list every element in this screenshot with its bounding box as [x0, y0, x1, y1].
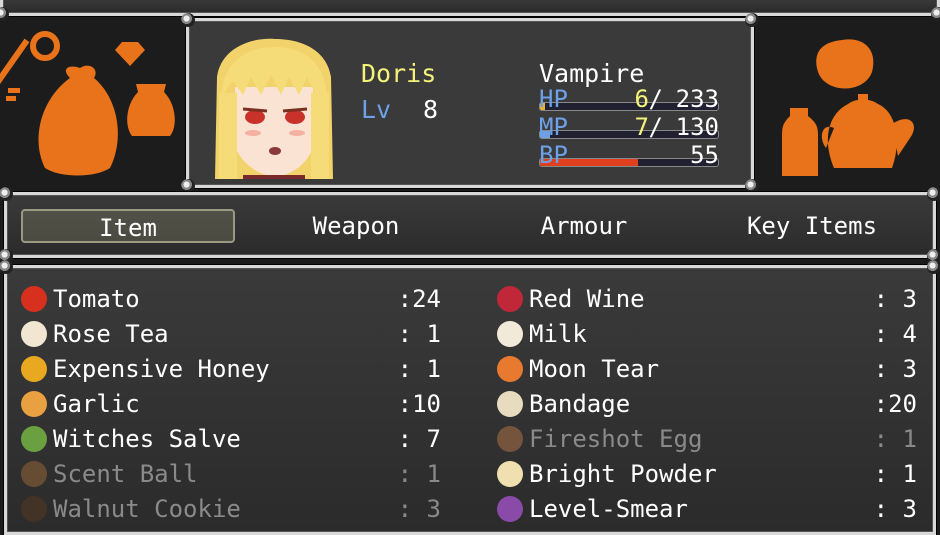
item-name: Tomato: [53, 285, 140, 313]
item-row[interactable]: Expensive Honey : 1: [21, 352, 441, 386]
item-count: :20: [873, 390, 917, 418]
item-name: Milk: [529, 320, 587, 348]
item-row[interactable]: Witches Salve : 7: [21, 422, 441, 456]
mp-separator: /: [648, 113, 663, 141]
item-name: Level-Smear: [529, 495, 688, 523]
item-count: :24: [397, 285, 441, 313]
item-row[interactable]: Red Wine : 3: [497, 282, 917, 316]
powder-plate-icon: [497, 461, 523, 487]
tab-armour[interactable]: Armour: [477, 209, 691, 243]
level-value: 8: [423, 95, 439, 124]
item-row[interactable]: Milk : 4: [497, 317, 917, 351]
gem-icon: [115, 42, 145, 66]
teapot-icon: [821, 99, 914, 168]
bp-value: 55: [690, 141, 719, 169]
category-window: Item Weapon Armour Key Items: [0, 187, 940, 263]
actor-portrait: [203, 37, 345, 179]
cookie-icon: [21, 496, 47, 522]
pot-icon: [127, 84, 175, 136]
item-count: : 1: [397, 460, 441, 488]
purple-vial-icon: [497, 496, 523, 522]
item-count: : 4: [873, 320, 917, 348]
tab-item[interactable]: Item: [21, 209, 235, 243]
potion-flask-icon: [497, 356, 523, 382]
tomato-icon: [21, 286, 47, 312]
scent-ball-icon: [21, 461, 47, 487]
level-label: Lv: [361, 95, 392, 124]
mp-label: MP: [539, 113, 568, 141]
money-bag-icon: [38, 65, 118, 176]
item-name: Garlic: [53, 390, 140, 418]
item-count: : 1: [873, 425, 917, 453]
item-row[interactable]: Bright Powder : 1: [497, 457, 917, 491]
tea-cup-icon: [21, 321, 47, 347]
item-silhouettes-right: [782, 39, 914, 176]
hp-current: 6: [634, 85, 649, 113]
item-name: Walnut Cookie: [53, 495, 241, 523]
item-list-window: Tomato :24 Rose Tea : 1 Expensive Honey : 1 Ga…: [0, 260, 940, 535]
item-row[interactable]: Walnut Cookie : 3: [21, 492, 441, 526]
item-name: Bright Powder: [529, 460, 717, 488]
mp-max: 130: [675, 113, 719, 141]
pumpkin-icon: [816, 39, 874, 89]
item-name: Moon Tear: [529, 355, 660, 383]
item-row[interactable]: Level-Smear : 3: [497, 492, 917, 526]
egg-icon: [497, 426, 523, 452]
item-count: : 7: [397, 425, 441, 453]
item-name: Rose Tea: [53, 320, 169, 348]
item-silhouettes-left: [0, 31, 175, 176]
bandage-icon: [497, 391, 523, 417]
item-count: : 3: [873, 495, 917, 523]
bottle-icon: [782, 108, 818, 176]
mp-current: 7: [634, 113, 649, 141]
salve-jar-icon: [21, 426, 47, 452]
item-name: Bandage: [529, 390, 631, 418]
hp-max: 233: [675, 85, 719, 113]
hp-gauge: HP 6 / 233: [539, 85, 719, 113]
bp-label: BP: [539, 141, 568, 169]
top-window-strip: [0, 0, 940, 21]
hp-label: HP: [539, 85, 568, 113]
item-name: Red Wine: [529, 285, 645, 313]
honey-jar-icon: [21, 356, 47, 382]
item-count: : 3: [397, 495, 441, 523]
garlic-icon: [21, 391, 47, 417]
item-row[interactable]: Garlic :10: [21, 387, 441, 421]
actor-class: Vampire: [539, 59, 645, 88]
mp-gauge: MP 7 / 130: [539, 113, 719, 141]
item-row[interactable]: Scent Ball : 1: [21, 457, 441, 491]
item-count: : 1: [397, 355, 441, 383]
item-name: Fireshot Egg: [529, 425, 703, 453]
milk-bottle-icon: [497, 321, 523, 347]
item-row[interactable]: Fireshot Egg : 1: [497, 422, 917, 456]
item-count: : 1: [397, 320, 441, 348]
key-icon: [0, 31, 60, 101]
tab-key-items[interactable]: Key Items: [705, 209, 919, 243]
item-count: : 3: [873, 285, 917, 313]
tab-weapon[interactable]: Weapon: [249, 209, 463, 243]
item-name: Expensive Honey: [53, 355, 270, 383]
item-row[interactable]: Tomato :24: [21, 282, 441, 316]
hp-separator: /: [648, 85, 663, 113]
bp-gauge: BP 55: [539, 141, 719, 169]
item-row[interactable]: Moon Tear : 3: [497, 352, 917, 386]
item-count: :10: [397, 390, 441, 418]
item-row[interactable]: Bandage :20: [497, 387, 917, 421]
item-count: : 3: [873, 355, 917, 383]
item-name: Witches Salve: [53, 425, 241, 453]
actor-status-window: Doris Lv 8 Vampire HP 6 / 233 MP 7 / 130…: [181, 13, 759, 193]
wine-bottle-icon: [497, 286, 523, 312]
item-count: : 1: [873, 460, 917, 488]
item-row[interactable]: Rose Tea : 1: [21, 317, 441, 351]
actor-name: Doris: [361, 59, 437, 88]
item-name: Scent Ball: [53, 460, 198, 488]
